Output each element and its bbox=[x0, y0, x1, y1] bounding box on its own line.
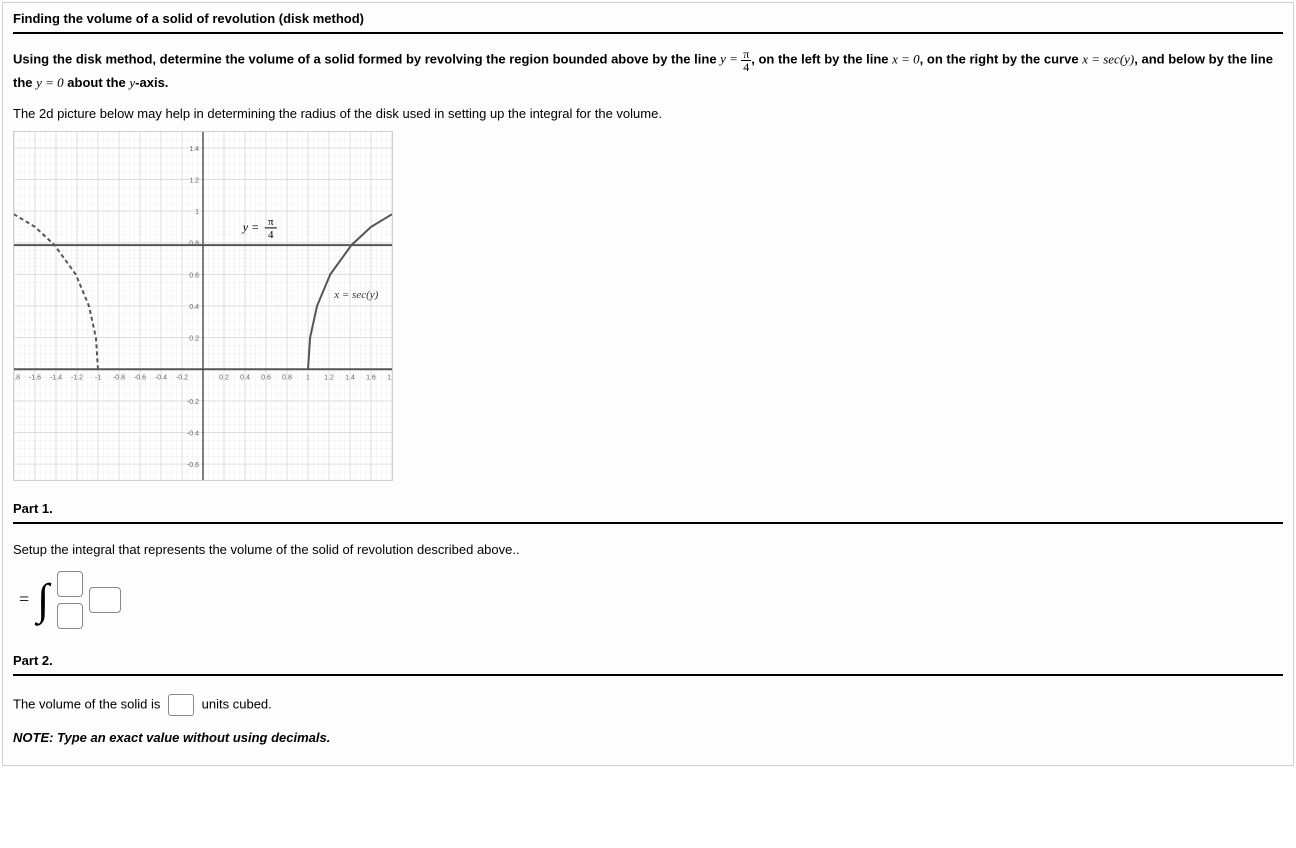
note-text: NOTE: Type an exact value without using … bbox=[13, 730, 1283, 745]
svg-text:0.2: 0.2 bbox=[189, 335, 199, 342]
problem-title: Finding the volume of a solid of revolut… bbox=[13, 11, 1283, 34]
equals-sign: = bbox=[19, 589, 29, 610]
prompt-text-3: , on the right by the curve bbox=[920, 51, 1083, 66]
svg-text:1: 1 bbox=[306, 374, 310, 381]
upper-limit-input[interactable] bbox=[57, 571, 83, 597]
svg-text:-1.4: -1.4 bbox=[50, 374, 62, 381]
svg-text:-1.2: -1.2 bbox=[71, 374, 83, 381]
part2-text-after: units cubed. bbox=[202, 696, 272, 711]
integral-setup: = ∫ bbox=[19, 571, 1283, 629]
svg-text:-0.2: -0.2 bbox=[176, 374, 188, 381]
helper-text: The 2d picture below may help in determi… bbox=[13, 106, 1283, 121]
svg-text:1.2: 1.2 bbox=[324, 374, 334, 381]
svg-text:-0.4: -0.4 bbox=[155, 374, 167, 381]
prompt-text-5: about the bbox=[64, 75, 130, 90]
prompt-text-6: -axis. bbox=[135, 75, 168, 90]
graph-figure: -1.8 -1.6 -1.4 -1.2 -1 -0.8 -0.6 -0.4 -0.2 0.2 0.4… bbox=[13, 131, 393, 481]
svg-text:-0.8: -0.8 bbox=[113, 374, 125, 381]
part2-heading: Part 2. bbox=[13, 653, 1283, 676]
svg-text:0.4: 0.4 bbox=[240, 374, 250, 381]
svg-text:1.2: 1.2 bbox=[189, 177, 199, 184]
eq-x-secy: x = sec(y) bbox=[1082, 51, 1134, 66]
integral-symbol: ∫ bbox=[37, 578, 49, 622]
svg-text:-0.4: -0.4 bbox=[187, 430, 199, 437]
volume-answer-input[interactable] bbox=[168, 694, 194, 716]
svg-text:0.2: 0.2 bbox=[219, 374, 229, 381]
lower-limit-input[interactable] bbox=[57, 603, 83, 629]
svg-text:-1: -1 bbox=[95, 374, 101, 381]
problem-prompt: Using the disk method, determine the vol… bbox=[13, 48, 1283, 94]
svg-text:1.4: 1.4 bbox=[189, 146, 199, 153]
part1-instruction: Setup the integral that represents the v… bbox=[13, 542, 1283, 557]
svg-text:4: 4 bbox=[268, 229, 274, 241]
svg-text:-1.6: -1.6 bbox=[29, 374, 41, 381]
eq-y-equals: y = bbox=[720, 51, 741, 66]
eq-y-zero: y = 0 bbox=[36, 75, 64, 90]
svg-text:1: 1 bbox=[195, 209, 199, 216]
part1-heading: Part 1. bbox=[13, 501, 1283, 524]
svg-text:0.6: 0.6 bbox=[261, 374, 271, 381]
eq-frac-den: 4 bbox=[741, 61, 751, 73]
svg-text:-0.6: -0.6 bbox=[134, 374, 146, 381]
problem-container: Finding the volume of a solid of revolut… bbox=[2, 2, 1294, 766]
svg-text:0.8: 0.8 bbox=[282, 374, 292, 381]
svg-text:0.8: 0.8 bbox=[189, 241, 199, 248]
svg-text:π: π bbox=[268, 216, 274, 228]
eq-x-zero: x = 0 bbox=[892, 51, 920, 66]
part2-text-before: The volume of the solid is bbox=[13, 696, 164, 711]
integrand-input[interactable] bbox=[89, 587, 121, 613]
prompt-text-1: Using the disk method, determine the vol… bbox=[13, 51, 720, 66]
chart-svg: -1.8 -1.6 -1.4 -1.2 -1 -0.8 -0.6 -0.4 -0.2 0.2 0.4… bbox=[14, 132, 392, 480]
integral-limits bbox=[57, 571, 83, 629]
svg-text:0.4: 0.4 bbox=[189, 304, 199, 311]
prompt-text-2: , on the left by the line bbox=[751, 51, 892, 66]
svg-text:-1.8: -1.8 bbox=[14, 374, 20, 381]
svg-text:1.4: 1.4 bbox=[345, 374, 355, 381]
part2-line: The volume of the solid is units cubed. bbox=[13, 694, 1283, 716]
svg-text:1.8: 1.8 bbox=[387, 374, 392, 381]
svg-text:-0.6: -0.6 bbox=[187, 462, 199, 469]
svg-text:x = sec(y): x = sec(y) bbox=[333, 289, 378, 301]
svg-text:-0.2: -0.2 bbox=[187, 399, 199, 406]
svg-text:0.6: 0.6 bbox=[189, 272, 199, 279]
svg-text:1.6: 1.6 bbox=[366, 374, 376, 381]
svg-text:y =: y = bbox=[242, 220, 259, 234]
